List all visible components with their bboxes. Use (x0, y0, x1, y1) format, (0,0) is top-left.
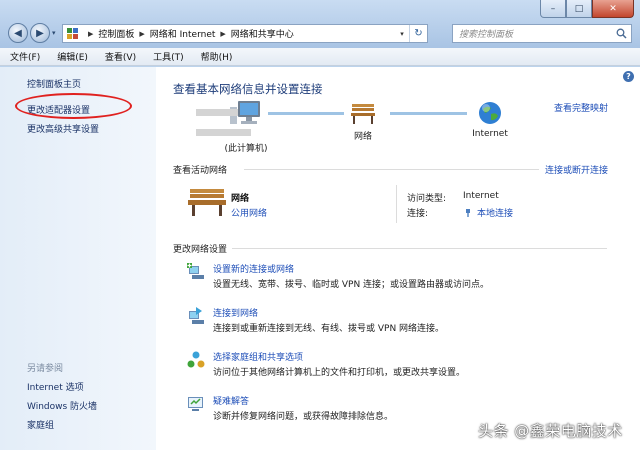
breadcrumb-network-sharing-center[interactable]: 网络和共享中心 (231, 27, 294, 40)
homegroup-icon (187, 351, 205, 368)
maximize-button[interactable]: □ (566, 0, 592, 18)
redacted-computer-name (196, 129, 251, 136)
computer-label: (此计算机) (224, 144, 268, 154)
search-placeholder: 搜索控制面板 (459, 30, 514, 40)
address-dropdown[interactable]: ▾ (395, 30, 409, 38)
map-network: 网络 (341, 101, 385, 142)
see-also-heading: 另请参阅 (27, 364, 64, 374)
refresh-button[interactable]: ↻ (409, 25, 427, 42)
breadcrumb-network-internet[interactable]: 网络和 Internet (150, 27, 216, 40)
recent-pages-dropdown[interactable]: ▾ (52, 29, 56, 37)
active-network-name: 网络 (231, 194, 250, 204)
close-button[interactable]: ✕ (592, 0, 634, 18)
main-content: ? 查看基本网络信息并设置连接 查看完整映射 (此计算机) 网络 Interne… (156, 67, 640, 450)
sidebar-homegroup[interactable]: 家庭组 (27, 418, 54, 431)
view-full-map-link[interactable]: 查看完整映射 (554, 101, 608, 114)
ethernet-icon (466, 208, 470, 217)
section-divider (232, 248, 607, 249)
window-titlebar: – □ ✕ ◀ ▶ ▾ ▶ 控制面板 ▶ 网络和 Internet ▶ 网络和共… (0, 0, 640, 48)
access-type-value: Internet (463, 191, 499, 201)
menu-bar: 文件(F) 编辑(E) 查看(V) 工具(T) 帮助(H) (0, 48, 640, 66)
minimize-button[interactable]: – (540, 0, 566, 18)
bench-icon (351, 104, 375, 124)
menu-view[interactable]: 查看(V) (105, 50, 136, 63)
address-actions: ▾ ↻ (395, 25, 427, 42)
navigation-pane: 控制面板主页 更改适配器设置 更改高级共享设置 另请参阅 Internet 选项… (0, 67, 156, 450)
setup-new-connection-desc: 设置无线、宽带、拨号、临时或 VPN 连接；或设置路由器或访问点。 (213, 280, 490, 290)
active-network-icon-wrap (186, 185, 228, 220)
sidebar-change-advanced-sharing[interactable]: 更改高级共享设置 (27, 122, 99, 135)
search-input[interactable]: 搜索控制面板 (452, 24, 632, 43)
map-computer: (此计算机) (206, 99, 286, 154)
connection-value-wrap: 本地连接 (463, 206, 513, 219)
internet-label: Internet (472, 129, 508, 139)
sidebar-windows-firewall[interactable]: Windows 防火墙 (27, 399, 97, 412)
change-settings-heading: 更改网络设置 (173, 245, 228, 255)
breadcrumb-separator: ▶ (220, 29, 226, 38)
menu-edit[interactable]: 编辑(E) (57, 50, 88, 63)
watermark: 头条 @鑫荣电脑技术 (478, 422, 623, 440)
network-type-link[interactable]: 公用网络 (231, 206, 267, 219)
vertical-divider (396, 185, 397, 223)
troubleshoot-desc: 诊断并修复网络问题，或获得故障排除信息。 (213, 412, 394, 422)
breadcrumb-separator: ▶ (88, 29, 94, 38)
troubleshoot-icon (188, 397, 203, 411)
forward-button[interactable]: ▶ (30, 23, 50, 43)
new-connection-icon (187, 263, 204, 279)
connect-disconnect-link[interactable]: 连接或断开连接 (545, 163, 608, 176)
globe-icon (479, 102, 501, 124)
highlight-annotation (15, 93, 132, 119)
connect-network-icon (189, 307, 204, 324)
menu-tools[interactable]: 工具(T) (153, 50, 184, 63)
access-type-label: 访问类型: (407, 194, 447, 204)
address-bar[interactable]: ▶ 控制面板 ▶ 网络和 Internet ▶ 网络和共享中心 ▾ ↻ (62, 24, 428, 43)
menu-help[interactable]: 帮助(H) (201, 50, 233, 63)
connection-label: 连接: (407, 209, 429, 219)
help-icon[interactable]: ? (623, 71, 634, 82)
map-connector (390, 112, 467, 115)
window-controls: – □ ✕ (540, 0, 634, 18)
menu-file[interactable]: 文件(F) (10, 50, 40, 63)
homegroup-sharing-link[interactable]: 选择家庭组和共享选项 (213, 350, 303, 363)
setup-new-connection-link[interactable]: 设置新的连接或网络 (213, 262, 294, 275)
sidebar-internet-options[interactable]: Internet 选项 (27, 380, 84, 393)
back-button[interactable]: ◀ (8, 23, 28, 43)
control-panel-icon (66, 27, 79, 40)
redacted-computer-name (196, 109, 238, 116)
section-divider (244, 169, 539, 170)
connect-to-network-desc: 连接到或重新连接到无线、有线、拨号或 VPN 网络连接。 (213, 324, 445, 334)
sidebar-control-panel-home[interactable]: 控制面板主页 (27, 77, 81, 90)
search-icon[interactable] (616, 28, 627, 42)
breadcrumb-separator: ▶ (139, 29, 145, 38)
map-connector (268, 112, 344, 115)
connect-to-network-link[interactable]: 连接到网络 (213, 306, 258, 319)
map-internet: Internet (464, 100, 516, 139)
breadcrumb-control-panel[interactable]: 控制面板 (98, 27, 134, 40)
homegroup-sharing-desc: 访问位于其他网络计算机上的文件和打印机，或更改共享设置。 (213, 368, 466, 378)
bench-icon (188, 189, 226, 216)
local-connection-link[interactable]: 本地连接 (477, 206, 513, 219)
page-title: 查看基本网络信息并设置连接 (173, 82, 323, 96)
troubleshoot-link[interactable]: 疑难解答 (213, 394, 249, 407)
network-label: 网络 (353, 132, 372, 142)
active-networks-heading: 查看活动网络 (173, 166, 228, 176)
